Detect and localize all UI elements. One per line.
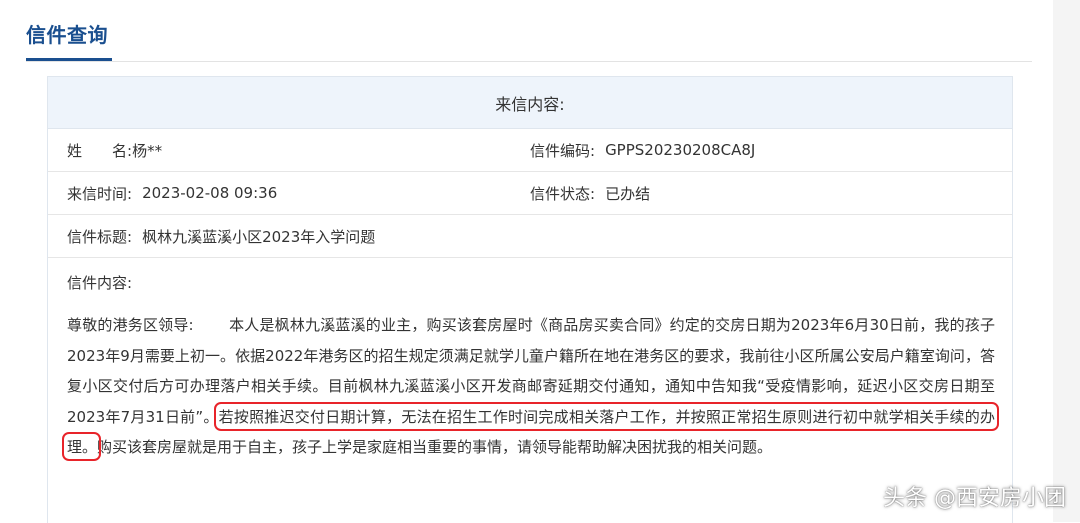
name-value: 杨** <box>132 141 163 160</box>
page-title: 信件查询 <box>26 23 108 47</box>
header-divider <box>26 61 1032 62</box>
subject-value: 枫林九溪蓝溪小区2023年入学问题 <box>142 227 376 246</box>
code-value: GPPS20230208CA8J <box>605 141 756 159</box>
content-part-2: 购买该套房屋就是用于自主，孩子上学是家庭相当重要的事情，请领导能帮助解决困扰我的… <box>97 438 773 456</box>
row-name-code: 姓 名: 杨** 信件编码: GPPS20230208CA8J <box>48 129 1012 172</box>
letter-card: 来信内容: 姓 名: 杨** 信件编码: GPPS20230208CA8J 来信… <box>47 76 1013 523</box>
name-field: 姓 名: 杨** <box>67 129 162 171</box>
status-field: 信件状态: 已办结 <box>530 172 650 214</box>
content-label: 信件内容: <box>67 274 133 292</box>
code-label: 信件编码: <box>530 141 596 160</box>
row-subject: 信件标题: 枫林九溪蓝溪小区2023年入学问题 <box>48 215 1012 258</box>
name-label: 姓 名: <box>67 141 133 160</box>
letter-content-area: 信件内容: 尊敬的港务区领导: 本人是枫林九溪蓝溪的业主，购买该套房屋时《商品房… <box>48 258 1012 523</box>
code-field: 信件编码: GPPS20230208CA8J <box>530 129 755 171</box>
time-value: 2023-02-08 09:36 <box>142 184 278 202</box>
status-value: 已办结 <box>605 184 651 203</box>
watermark: 头条 @西安房小团 <box>883 486 1066 511</box>
row-time-status: 来信时间: 2023-02-08 09:36 信件状态: 已办结 <box>48 172 1012 215</box>
time-label: 来信时间: <box>67 184 133 203</box>
subject-label: 信件标题: <box>67 227 133 246</box>
status-label: 信件状态: <box>530 184 596 203</box>
subject-field: 信件标题: 枫林九溪蓝溪小区2023年入学问题 <box>67 215 375 257</box>
time-field: 来信时间: 2023-02-08 09:36 <box>67 172 277 214</box>
card-header: 来信内容: <box>48 77 1012 129</box>
content-text: 尊敬的港务区领导: 本人是枫林九溪蓝溪的业主，购买该套房屋时《商品房买卖合同》约… <box>67 310 995 463</box>
scrollbar[interactable] <box>1053 0 1080 522</box>
